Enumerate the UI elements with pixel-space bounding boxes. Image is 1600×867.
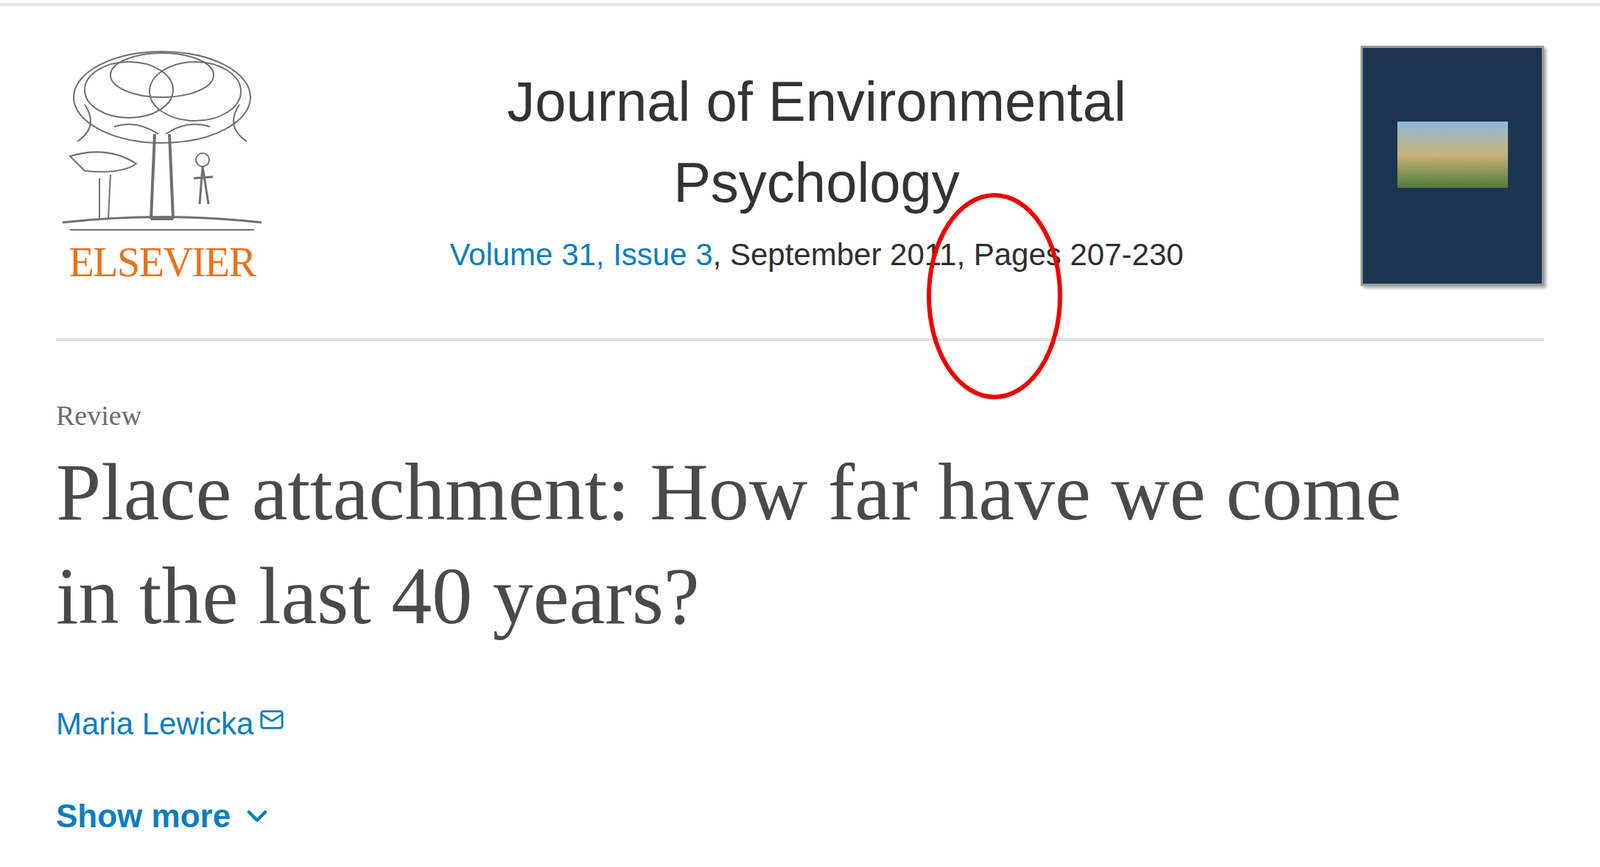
journal-header: ELSEVIER Journal of EnvironmentalPsycholo… [0, 45, 1600, 293]
red-circle-annotation [925, 192, 1063, 400]
author-link[interactable]: Maria Lewicka [55, 703, 285, 745]
cover-photo [1397, 121, 1508, 188]
article-header: Review Place attachment: How far have we … [0, 397, 1600, 837]
header-divider [55, 338, 1545, 342]
article-page: ELSEVIER Journal of EnvironmentalPsycholo… [0, 0, 1600, 867]
publisher-logo-text: ELSEVIER [68, 238, 255, 286]
journal-title[interactable]: Journal of Environmental [506, 61, 1127, 143]
article-type: Review [55, 397, 1545, 434]
top-rule [0, 2, 1600, 6]
show-more-button[interactable]: Show more [55, 795, 274, 837]
article-title: Place attachment: How far have we come i… [55, 440, 1441, 649]
journal-info: Journal of EnvironmentalPsychology Volume… [272, 45, 1361, 277]
volume-link[interactable]: Volume 31, Issue 3 [449, 237, 713, 272]
email-icon[interactable] [259, 707, 285, 733]
chevron-down-icon [240, 800, 274, 833]
elsevier-tree-icon [55, 45, 270, 239]
issue-details: Volume 31, Issue 3, September 2011, Page… [449, 232, 1184, 277]
journal-cover[interactable] [1360, 45, 1545, 286]
author-list: Maria Lewicka [55, 703, 1545, 745]
journal-title[interactable]: Psychology [673, 142, 960, 224]
publisher-logo[interactable]: ELSEVIER [51, 45, 273, 291]
